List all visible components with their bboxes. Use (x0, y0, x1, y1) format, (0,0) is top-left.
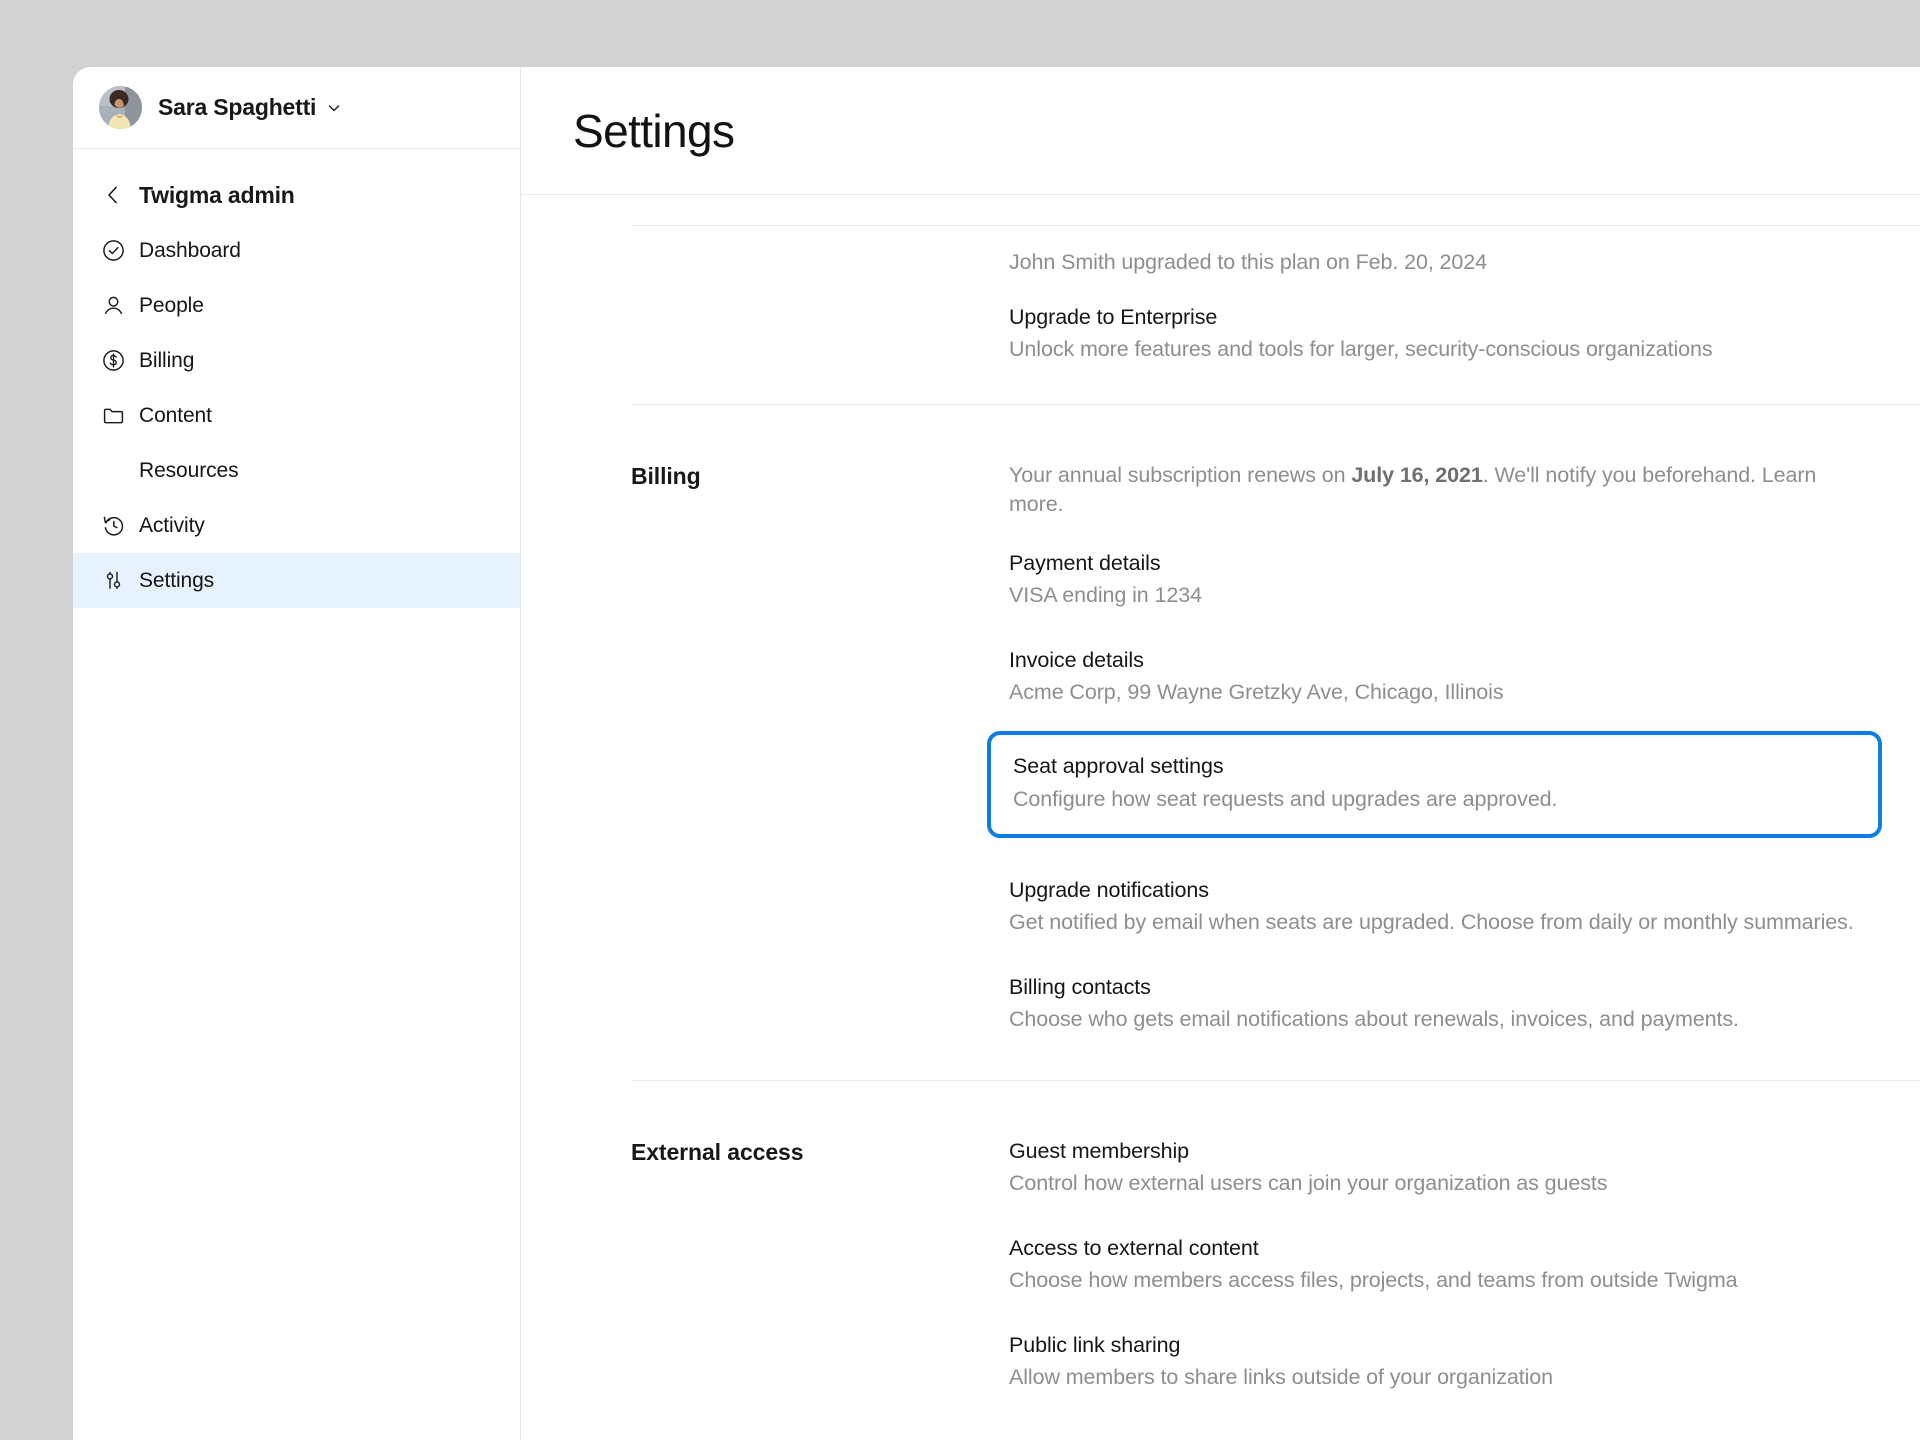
row-billing-contacts[interactable]: Billing contacts Choose who gets email n… (1009, 973, 1860, 1080)
account-switcher[interactable]: Sara Spaghetti (73, 67, 520, 149)
sidebar-nav: Twigma admin Dashboard People Billing Co… (73, 149, 520, 608)
dollar-circle-icon (99, 349, 127, 372)
row-subtitle: Allow members to share links outside of … (1009, 1365, 1554, 1389)
row-title: Upgrade notifications (1009, 878, 1209, 902)
row-title: Payment details (1009, 551, 1161, 575)
row-subtitle: Control how external users can join your… (1009, 1171, 1608, 1195)
sidebar: Sara Spaghetti Twigma admin Dashboard Pe… (73, 67, 521, 1440)
sidebar-item-dashboard[interactable]: Dashboard (73, 223, 520, 278)
section-label-plan (631, 248, 1009, 404)
check-circle-icon (99, 239, 127, 262)
section-plan: John Smith upgraded to this plan on Feb.… (521, 226, 1920, 404)
section-label-billing: Billing (631, 463, 701, 489)
section-billing: Billing Your annual subscription renews … (521, 405, 1920, 1080)
row-guest-membership[interactable]: Guest membership Control how external us… (1009, 1137, 1860, 1234)
sidebar-item-billing[interactable]: Billing (73, 333, 520, 388)
account-name: Sara Spaghetti (158, 94, 317, 120)
settings-scroll-area[interactable]: John Smith upgraded to this plan on Feb.… (521, 195, 1920, 1440)
row-title: Invoice details (1009, 648, 1144, 672)
sidebar-item-label: Resources (139, 458, 239, 482)
sidebar-item-settings[interactable]: Settings (73, 553, 520, 608)
sliders-icon (99, 569, 127, 592)
avatar (99, 86, 142, 129)
row-title: Access to external content (1009, 1236, 1259, 1260)
main-content: Settings John Smith upgraded to this pla… (521, 67, 1920, 1440)
sidebar-item-label: Activity (139, 513, 205, 537)
row-public-link-sharing[interactable]: Public link sharing Allow members to sha… (1009, 1331, 1860, 1428)
sidebar-item-content[interactable]: Content (73, 388, 520, 443)
sidebar-item-resources[interactable]: Resources (73, 443, 520, 498)
row-subtitle: Choose who gets email notifications abou… (1009, 1007, 1739, 1031)
history-clock-icon (99, 514, 127, 537)
plan-upgrade-note-row: John Smith upgraded to this plan on Feb.… (1009, 248, 1860, 303)
section-external-access: External access Guest membership Control… (521, 1081, 1920, 1428)
billing-renewal-date: July 16, 2021 (1351, 463, 1483, 487)
row-access-to-external-content[interactable]: Access to external content Choose how me… (1009, 1234, 1860, 1331)
row-subtitle: Get notified by email when seats are upg… (1009, 910, 1854, 934)
sidebar-item-label: People (139, 293, 204, 317)
row-subtitle: VISA ending in 1234 (1009, 583, 1202, 607)
row-payment-details[interactable]: Payment details VISA ending in 1234 (1009, 549, 1860, 646)
billing-intro-text: Your annual subscription renews on July … (1009, 461, 1860, 519)
sidebar-item-label: Dashboard (139, 238, 241, 262)
row-upgrade-to-enterprise[interactable]: Upgrade to Enterprise Unlock more featur… (1009, 303, 1860, 404)
chevron-down-icon (326, 100, 342, 116)
row-title: Billing contacts (1009, 975, 1151, 999)
section-label-external-access: External access (631, 1139, 804, 1165)
sidebar-item-label: Settings (139, 568, 215, 592)
row-subtitle: Choose how members access files, project… (1009, 1268, 1738, 1292)
row-invoice-details[interactable]: Invoice details Acme Corp, 99 Wayne Gret… (1009, 646, 1860, 735)
billing-intro-row: Your annual subscription renews on July … (1009, 461, 1860, 549)
row-upgrade-notifications[interactable]: Upgrade notifications Get notified by em… (1009, 854, 1860, 973)
sidebar-back-twigma-admin[interactable]: Twigma admin (73, 167, 520, 223)
row-subtitle: Unlock more features and tools for large… (1009, 337, 1713, 361)
sidebar-item-activity[interactable]: Activity (73, 498, 520, 553)
row-seat-approval-settings[interactable]: Seat approval settings Configure how sea… (987, 731, 1882, 838)
person-icon (99, 294, 127, 317)
chevron-left-icon[interactable] (99, 184, 127, 206)
page-title: Settings (573, 104, 735, 157)
plan-upgrade-note: John Smith upgraded to this plan on Feb.… (1009, 250, 1487, 274)
folder-icon (99, 404, 127, 427)
app-window: Sara Spaghetti Twigma admin Dashboard Pe… (73, 67, 1920, 1440)
row-title: Upgrade to Enterprise (1009, 305, 1218, 329)
sidebar-header-label: Twigma admin (139, 181, 295, 208)
page-header: Settings (521, 67, 1920, 195)
sidebar-item-label: Billing (139, 348, 195, 372)
billing-intro-prefix: Your annual subscription renews on (1009, 463, 1352, 487)
sidebar-item-label: Content (139, 403, 212, 427)
row-title: Public link sharing (1009, 1333, 1181, 1357)
row-title: Guest membership (1009, 1139, 1190, 1163)
row-subtitle: Acme Corp, 99 Wayne Gretzky Ave, Chicago… (1009, 680, 1504, 704)
row-subtitle: Configure how seat requests and upgrades… (1013, 787, 1558, 811)
row-title: Seat approval settings (1013, 754, 1224, 778)
sidebar-item-people[interactable]: People (73, 278, 520, 333)
